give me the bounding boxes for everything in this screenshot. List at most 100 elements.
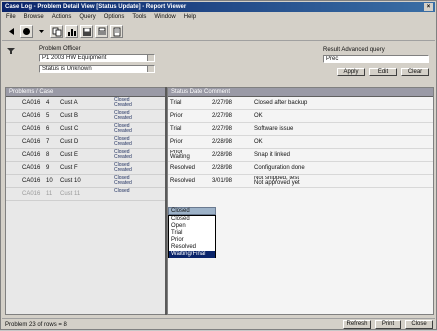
case-number: 6 — [46, 126, 50, 132]
case-id: CA016 — [22, 113, 41, 119]
case-name: Cust C — [60, 126, 79, 132]
case-id: CA016 — [22, 126, 41, 132]
history-status: Prior — [170, 139, 183, 145]
table-row[interactable]: Trial 2/27/98 Closed after backup — [168, 97, 433, 110]
case-number: 8 — [46, 152, 50, 158]
record-icon[interactable] — [20, 25, 33, 38]
table-row[interactable]: Resolved 2/28/98 Configuration done — [168, 162, 433, 175]
table-row[interactable]: CA016 5 Cust B Closed Created — [6, 110, 165, 123]
table-row[interactable]: Prior 2/27/98 OK — [168, 110, 433, 123]
table-row[interactable]: CA016 10 Cust 10 Closed Created — [6, 175, 165, 188]
problem-list-header: Problems / Case — [6, 88, 165, 97]
status-filter-combo[interactable]: Status is Unknown — [39, 65, 155, 73]
table-row[interactable]: Prior Waiting 2/28/98 Snap it linked — [168, 149, 433, 162]
title-bar: Case Log - Problem Detail View [Status U… — [2, 2, 435, 12]
menu-browse[interactable]: Browse — [24, 13, 44, 22]
table-row[interactable]: Trial 2/27/98 Software issue — [168, 123, 433, 136]
case-number: 10 — [46, 178, 53, 184]
problem-officer-combo[interactable]: P1 2003 HW Equipment — [39, 54, 155, 62]
menu-tools[interactable]: Tools — [132, 13, 146, 22]
history-status: Trial — [170, 126, 182, 132]
case-status: Closed Created — [114, 110, 132, 121]
table-row[interactable]: CA016 7 Cust D Closed Created — [6, 136, 165, 149]
history-date: 2/28/98 — [212, 152, 233, 158]
clear-button[interactable]: Clear — [401, 68, 429, 76]
menu-help[interactable]: Help — [184, 13, 196, 22]
refresh-button[interactable]: Refresh — [343, 320, 371, 329]
menu-window[interactable]: Window — [154, 13, 175, 22]
case-name: Cust E — [60, 152, 79, 158]
copy-icon[interactable] — [50, 25, 63, 38]
table-row[interactable]: Resolved 3/01/98 Not shipped, test Not app… — [168, 175, 433, 188]
dropdown-option[interactable]: Open — [169, 223, 215, 230]
apply-button[interactable]: Apply — [337, 68, 365, 76]
dropdown-option[interactable]: Waiting/Final — [169, 251, 215, 258]
case-number: 4 — [46, 100, 50, 106]
case-status: Closed Created — [114, 175, 132, 186]
history-date: 3/01/98 — [212, 178, 233, 184]
history-status: Prior Waiting — [170, 150, 190, 160]
print-button[interactable]: Print — [375, 320, 401, 329]
case-name: Cust A — [60, 100, 78, 106]
menu-query[interactable]: Query — [79, 13, 95, 22]
close-icon[interactable]: × — [424, 3, 433, 11]
dropdown-option[interactable]: Closed — [169, 216, 215, 223]
filter-panel: Problem Officer P1 2003 HW Equipment Sta… — [5, 43, 433, 85]
back-icon[interactable] — [5, 25, 18, 38]
history-status: Prior — [170, 113, 183, 119]
case-id: CA016 — [22, 178, 41, 184]
table-row[interactable]: CA016 4 Cust A Closed Created — [6, 97, 165, 110]
table-row[interactable]: CA016 6 Cust C Closed Created — [6, 123, 165, 136]
history-comment: OK — [254, 113, 263, 119]
status-dropdown-list: Closed Open Trial Prior Resolved Waiting/Fina… — [168, 215, 216, 258]
history-date: 2/28/98 — [212, 165, 233, 171]
menu-bar: File Browse Actions Query Options Tools … — [2, 13, 435, 22]
case-name: Cust B — [60, 113, 79, 119]
history-comment: Not shipped, test Not approved yet — [254, 176, 300, 186]
dropdown-option[interactable]: Trial — [169, 230, 215, 237]
case-number: 11 — [46, 191, 53, 197]
advanced-query-label: Result Advanced query — [323, 47, 385, 53]
advanced-query-input[interactable]: Prec — [323, 55, 429, 63]
case-name: Cust F — [60, 165, 78, 171]
case-number: 9 — [46, 165, 50, 171]
case-number: 7 — [46, 139, 50, 145]
history-date: 2/27/98 — [212, 126, 233, 132]
problem-officer-value: P1 2003 HW Equipment — [42, 55, 107, 61]
save-icon[interactable] — [80, 25, 93, 38]
window-title: Case Log - Problem Detail View [Status U… — [5, 4, 187, 10]
status-dropdown-field[interactable]: Closed — [168, 207, 216, 215]
status-text: Problem 23 of rows = 8 — [5, 322, 67, 328]
table-row[interactable]: CA016 8 Cust E Closed Created — [6, 149, 165, 162]
menu-options[interactable]: Options — [104, 13, 125, 22]
case-status: Closed — [114, 188, 130, 194]
table-row[interactable]: Prior 2/28/98 OK — [168, 136, 433, 149]
menu-actions[interactable]: Actions — [52, 13, 72, 22]
case-name: Cust 10 — [60, 178, 81, 184]
history-comment: Snap it linked — [254, 152, 291, 158]
dropdown-option[interactable]: Prior — [169, 237, 215, 244]
case-status: Closed Created — [114, 97, 132, 108]
chevron-down-icon[interactable] — [147, 66, 154, 72]
table-row[interactable]: CA016 9 Cust F Closed Created — [6, 162, 165, 175]
dropdown-option[interactable]: Resolved — [169, 244, 215, 251]
status-filter-value: Status is Unknown — [42, 66, 92, 72]
close-button[interactable]: Close — [405, 320, 433, 329]
document-icon[interactable] — [110, 25, 123, 38]
history-status: Resolved — [170, 165, 196, 171]
edit-button[interactable]: Edit — [369, 68, 397, 76]
case-id: CA016 — [22, 165, 41, 171]
menu-file[interactable]: File — [6, 13, 16, 22]
print-icon[interactable] — [95, 25, 108, 38]
toolbar — [2, 23, 435, 41]
dropdown-arrow-icon[interactable] — [35, 25, 48, 38]
history-comment: OK — [254, 139, 263, 145]
table-row[interactable]: CA016 11 Cust 11 Closed — [6, 188, 165, 201]
chevron-down-icon[interactable] — [147, 55, 154, 61]
problem-officer-label: Problem Officer — [39, 46, 81, 52]
history-date: 2/27/98 — [212, 113, 233, 119]
case-id: CA016 — [22, 139, 41, 145]
history-comment: Software issue — [254, 126, 294, 132]
chart-icon[interactable] — [65, 25, 78, 38]
filter-icon — [7, 47, 15, 55]
